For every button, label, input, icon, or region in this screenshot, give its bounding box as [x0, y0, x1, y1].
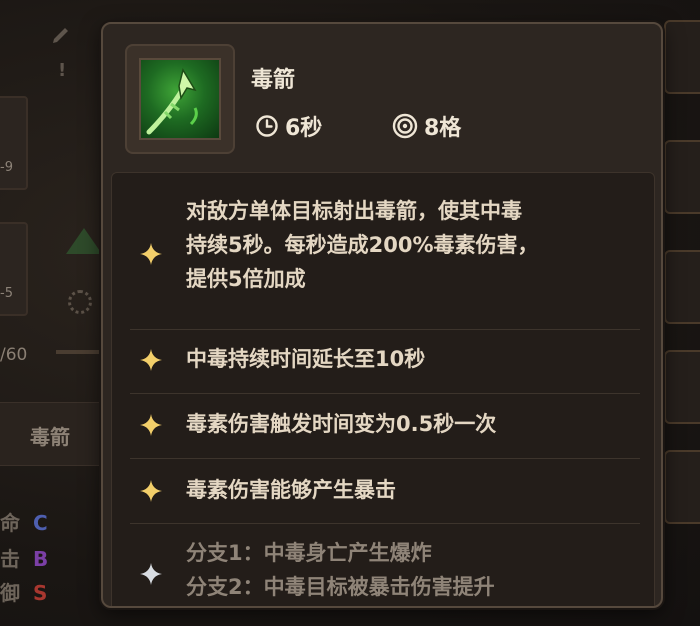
- card-badge: -5: [0, 286, 13, 301]
- attribute-name: 击: [0, 547, 20, 571]
- clock-icon: [255, 114, 279, 138]
- poison-arrow-icon: [139, 58, 221, 140]
- effect-line: 毒素伤害能够产生暴击: [186, 478, 396, 502]
- gold-star-icon: [140, 243, 162, 265]
- attribute-grade: S: [32, 581, 48, 605]
- background-card: [664, 140, 700, 214]
- effect-line: 提供5倍加成: [186, 267, 306, 291]
- skill-tooltip: 毒箭 6秒 8格 对敌方单体目标射出毒箭，使其中毒 持续5秒。每秒造成200%毒…: [101, 22, 663, 608]
- background-right-panel: [660, 0, 700, 626]
- background-card: [664, 350, 700, 424]
- gold-star-icon: [140, 349, 162, 371]
- effect-item: 中毒持续时间延长至10秒: [112, 343, 654, 379]
- effect-item: 对敌方单体目标射出毒箭，使其中毒 持续5秒。每秒造成200%毒素伤害， 提供5倍…: [112, 195, 654, 315]
- cooldown-stat: 6秒: [255, 110, 322, 142]
- silver-star-icon: [140, 563, 162, 585]
- edit-icon: [50, 22, 72, 48]
- divider: [130, 393, 640, 394]
- attribute-row: 命 C: [0, 507, 48, 536]
- range-value: 8格: [424, 116, 462, 141]
- stat-bar: [56, 350, 106, 354]
- divider: [130, 329, 640, 330]
- effect-item: 毒素伤害能够产生暴击: [112, 474, 654, 510]
- attribute-row: 御 S: [0, 577, 47, 606]
- skill-name: 毒箭: [251, 68, 296, 93]
- effect-item-branches: 分支1：中毒身亡产生爆炸 分支2：中毒目标被暴击伤害提升: [112, 537, 654, 606]
- gold-star-icon: [140, 414, 162, 436]
- background-card: -5: [0, 222, 28, 316]
- divider: [130, 458, 640, 459]
- effect-line: 对敌方单体目标射出毒箭，使其中毒: [186, 199, 522, 223]
- effect-line: 中毒持续时间延长至10秒: [186, 347, 426, 371]
- attribute-row: 击 B: [0, 543, 48, 572]
- background-card: [664, 450, 700, 524]
- background-card: [664, 20, 700, 94]
- gear-icon: [68, 290, 92, 314]
- effect-line: 分支1：中毒身亡产生爆炸: [186, 541, 432, 565]
- target-icon: [392, 113, 418, 139]
- divider: [130, 523, 640, 524]
- card-badge: -9: [0, 160, 13, 175]
- attribute-grade: C: [32, 511, 48, 535]
- attribute-name: 御: [0, 581, 20, 605]
- tree-icon: [66, 228, 102, 254]
- skill-icon-frame: [125, 44, 235, 154]
- background-left-panel: ! -9 -5 /60 毒箭 命 C 击 B 御 S: [0, 0, 110, 626]
- skill-tab-label: 毒箭: [30, 425, 70, 449]
- warning-icon: !: [58, 60, 67, 81]
- attribute-name: 命: [0, 511, 20, 535]
- effects-panel: 对敌方单体目标射出毒箭，使其中毒 持续5秒。每秒造成200%毒素伤害， 提供5倍…: [111, 172, 655, 606]
- stat-fraction: /60: [0, 345, 28, 365]
- effect-line: 毒素伤害触发时间变为0.5秒一次: [186, 412, 497, 436]
- gold-star-icon: [140, 480, 162, 502]
- cooldown-value: 6秒: [285, 116, 323, 141]
- background-card: -9: [0, 96, 28, 190]
- effect-line: 持续5秒。每秒造成200%毒素伤害，: [186, 233, 539, 257]
- skill-tab[interactable]: 毒箭: [0, 402, 110, 466]
- effect-line: 分支2：中毒目标被暴击伤害提升: [186, 575, 495, 599]
- effect-item: 毒素伤害触发时间变为0.5秒一次: [112, 408, 654, 444]
- attribute-grade: B: [32, 547, 49, 571]
- background-card: [664, 250, 700, 324]
- range-stat: 8格: [392, 110, 461, 142]
